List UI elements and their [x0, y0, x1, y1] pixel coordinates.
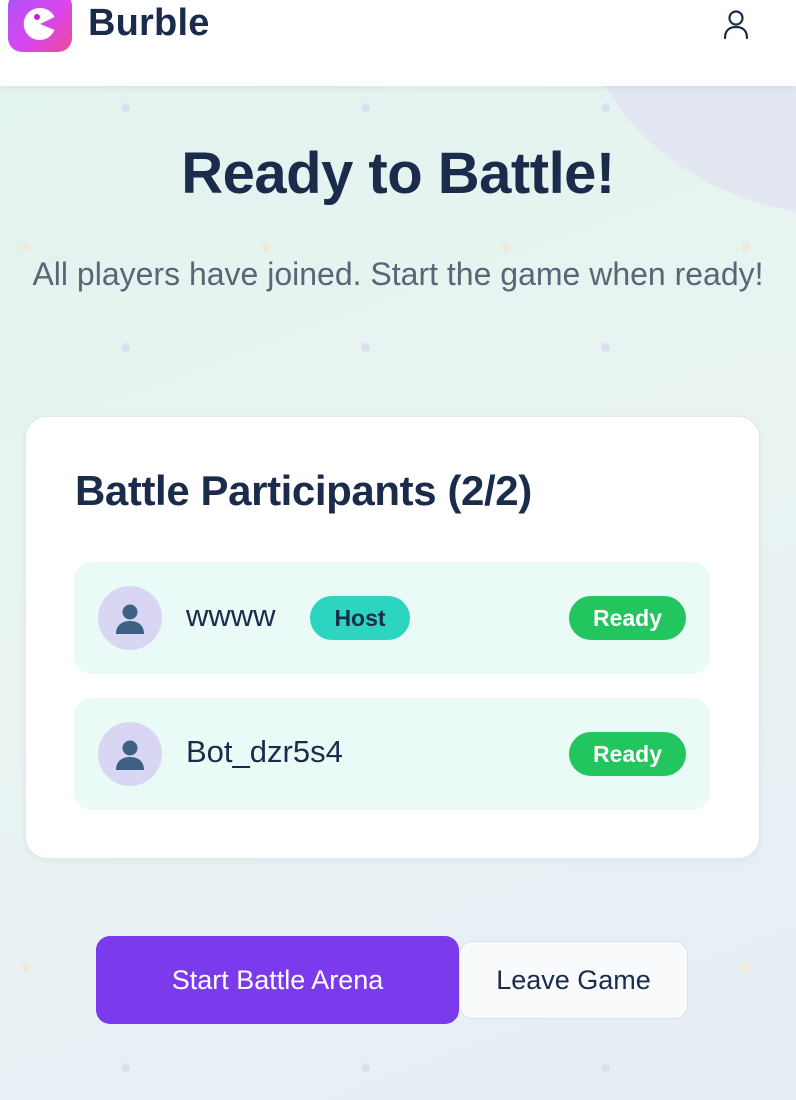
participants-card: Battle Participants (2/2) wwww Host Read…: [25, 416, 760, 859]
page-subtitle: All players have joined. Start the game …: [32, 256, 764, 292]
host-badge: Host: [310, 596, 410, 640]
participants-title: Battle Participants (2/2): [75, 467, 532, 514]
leave-game-button[interactable]: Leave Game: [459, 941, 688, 1019]
decorative-dot: [361, 103, 370, 112]
page-title: Ready to Battle!: [181, 141, 615, 206]
decorative-dot: [601, 103, 610, 112]
player-name: wwww: [186, 598, 276, 633]
ready-status-badge: Ready: [569, 596, 686, 640]
avatar: [98, 586, 162, 650]
person-icon: [116, 604, 144, 634]
decorative-dot: [21, 243, 30, 252]
player-row: wwww Host Ready: [74, 562, 710, 674]
decorative-dot: [361, 1063, 370, 1072]
avatar: [98, 722, 162, 786]
decorative-dot: [121, 1063, 130, 1072]
ready-status-badge: Ready: [569, 732, 686, 776]
user-profile-button[interactable]: [716, 4, 756, 44]
decorative-dot: [121, 343, 130, 352]
player-name: Bot_dzr5s4: [186, 734, 343, 769]
decorative-dot: [121, 103, 130, 112]
decorative-dot: [361, 343, 370, 352]
player-row: Bot_dzr5s4 Ready: [74, 698, 710, 810]
user-icon: [723, 10, 749, 39]
start-battle-button[interactable]: Start Battle Arena: [96, 936, 459, 1024]
app-header: Burble: [0, 0, 796, 86]
decorative-dot: [741, 963, 750, 972]
decorative-dot: [21, 963, 30, 972]
app-brand-name: Burble: [88, 2, 210, 44]
person-icon: [116, 740, 144, 770]
app-logo[interactable]: [8, 0, 72, 52]
pacman-icon: [23, 7, 55, 40]
decorative-dot: [601, 1063, 610, 1072]
decorative-dot: [601, 343, 610, 352]
